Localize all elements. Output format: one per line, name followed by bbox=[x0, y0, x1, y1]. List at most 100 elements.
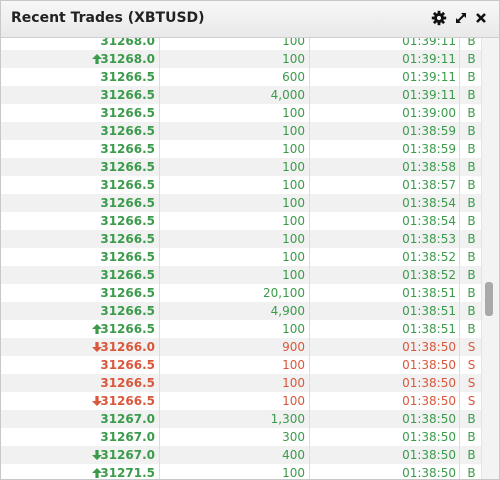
trade-size: 100 bbox=[282, 178, 305, 192]
trade-row: 31266.5 100 01:38:50 S bbox=[1, 392, 481, 410]
column-divider bbox=[159, 212, 160, 230]
trade-side: B bbox=[467, 142, 476, 156]
trade-side: B bbox=[467, 178, 476, 192]
trade-time: 01:38:53 bbox=[402, 232, 456, 246]
trade-side: B bbox=[467, 106, 476, 120]
widget-title: Recent Trades (XBTUSD) bbox=[11, 10, 205, 26]
trade-side: S bbox=[467, 376, 476, 390]
trade-row: 31266.5 20,100 01:38:51 B bbox=[1, 284, 481, 302]
trade-side: B bbox=[467, 52, 476, 66]
trade-size: 100 bbox=[282, 358, 305, 372]
trade-time: 01:39:00 bbox=[402, 106, 456, 120]
trade-row: 31266.5 600 01:39:11 B bbox=[1, 68, 481, 86]
recent-trades-widget: Recent Trades (XBTUSD) 31268.0 100 01:39… bbox=[0, 0, 500, 480]
scrollbar-thumb[interactable] bbox=[485, 282, 493, 316]
trade-price: 31266.5 bbox=[100, 304, 155, 318]
trade-size: 100 bbox=[282, 268, 305, 282]
column-divider bbox=[309, 248, 310, 266]
trade-side: B bbox=[467, 268, 476, 282]
trade-time: 01:38:52 bbox=[402, 268, 456, 282]
column-divider bbox=[459, 302, 460, 320]
column-divider bbox=[459, 68, 460, 86]
trade-row: 31266.5 100 01:38:50 S bbox=[1, 374, 481, 392]
column-divider bbox=[309, 356, 310, 374]
column-divider bbox=[459, 38, 460, 50]
column-divider bbox=[459, 230, 460, 248]
column-divider bbox=[309, 68, 310, 86]
scrollbar[interactable] bbox=[481, 38, 499, 479]
gear-icon[interactable] bbox=[430, 9, 448, 27]
trade-size: 100 bbox=[282, 250, 305, 264]
trade-side: B bbox=[467, 38, 476, 48]
trade-time: 01:38:58 bbox=[402, 160, 456, 174]
column-divider bbox=[459, 50, 460, 68]
column-divider bbox=[459, 464, 460, 479]
column-divider bbox=[459, 410, 460, 428]
trade-time: 01:38:51 bbox=[402, 304, 456, 318]
trade-time: 01:38:50 bbox=[402, 466, 456, 479]
column-divider bbox=[159, 176, 160, 194]
trade-size: 100 bbox=[282, 106, 305, 120]
trade-side: B bbox=[467, 70, 476, 84]
column-divider bbox=[459, 140, 460, 158]
trade-row: 31267.0 1,300 01:38:50 B bbox=[1, 410, 481, 428]
trade-side: B bbox=[467, 322, 476, 336]
column-divider bbox=[159, 50, 160, 68]
trade-time: 01:38:50 bbox=[402, 394, 456, 408]
column-divider bbox=[159, 338, 160, 356]
column-divider bbox=[309, 212, 310, 230]
trade-price: 31266.5 bbox=[100, 88, 155, 102]
trade-size: 1,300 bbox=[270, 412, 305, 426]
trade-side: S bbox=[467, 358, 476, 372]
column-divider bbox=[459, 284, 460, 302]
trade-size: 100 bbox=[282, 214, 305, 228]
column-divider bbox=[309, 122, 310, 140]
trade-row: 31266.5 100 01:38:52 B bbox=[1, 248, 481, 266]
column-divider bbox=[459, 122, 460, 140]
trades-list: 31268.0 100 01:39:11 B 31268.0 100 01:39:11 B 31… bbox=[1, 38, 481, 479]
column-divider bbox=[309, 176, 310, 194]
column-divider bbox=[459, 374, 460, 392]
column-divider bbox=[159, 230, 160, 248]
widget-header: Recent Trades (XBTUSD) bbox=[1, 1, 499, 38]
trade-size: 600 bbox=[282, 70, 305, 84]
trade-price: 31266.5 bbox=[100, 322, 155, 336]
trade-size: 4,900 bbox=[270, 304, 305, 318]
column-divider bbox=[159, 68, 160, 86]
trade-side: B bbox=[467, 286, 476, 300]
trade-price: 31268.0 bbox=[100, 52, 155, 66]
column-divider bbox=[309, 446, 310, 464]
trade-side: B bbox=[467, 196, 476, 210]
trade-time: 01:38:51 bbox=[402, 286, 456, 300]
trade-price: 31266.5 bbox=[100, 358, 155, 372]
trade-row: 31266.5 4,900 01:38:51 B bbox=[1, 302, 481, 320]
trade-price: 31268.0 bbox=[100, 38, 155, 48]
trade-size: 100 bbox=[282, 142, 305, 156]
close-icon[interactable] bbox=[472, 9, 490, 27]
column-divider bbox=[309, 320, 310, 338]
trade-price: 31266.5 bbox=[100, 268, 155, 282]
trade-price: 31266.5 bbox=[100, 178, 155, 192]
trade-price: 31266.5 bbox=[100, 160, 155, 174]
trade-time: 01:38:50 bbox=[402, 376, 456, 390]
trade-price: 31266.0 bbox=[100, 340, 155, 354]
column-divider bbox=[309, 38, 310, 50]
trade-time: 01:38:54 bbox=[402, 214, 456, 228]
column-divider bbox=[459, 158, 460, 176]
column-divider bbox=[159, 410, 160, 428]
trade-side: B bbox=[467, 124, 476, 138]
expand-icon[interactable] bbox=[452, 9, 470, 27]
trade-side: B bbox=[467, 214, 476, 228]
column-divider bbox=[159, 446, 160, 464]
trade-row: 31267.0 400 01:38:50 B bbox=[1, 446, 481, 464]
trades-table: 31268.0 100 01:39:11 B 31268.0 100 01:39:11 B 31… bbox=[1, 38, 499, 479]
trade-row: 31266.5 100 01:39:00 B bbox=[1, 104, 481, 122]
column-divider bbox=[309, 464, 310, 479]
trade-price: 31266.5 bbox=[100, 394, 155, 408]
column-divider bbox=[309, 410, 310, 428]
column-divider bbox=[309, 284, 310, 302]
column-divider bbox=[459, 86, 460, 104]
column-divider bbox=[459, 104, 460, 122]
trade-row: 31266.5 100 01:38:53 B bbox=[1, 230, 481, 248]
column-divider bbox=[309, 302, 310, 320]
